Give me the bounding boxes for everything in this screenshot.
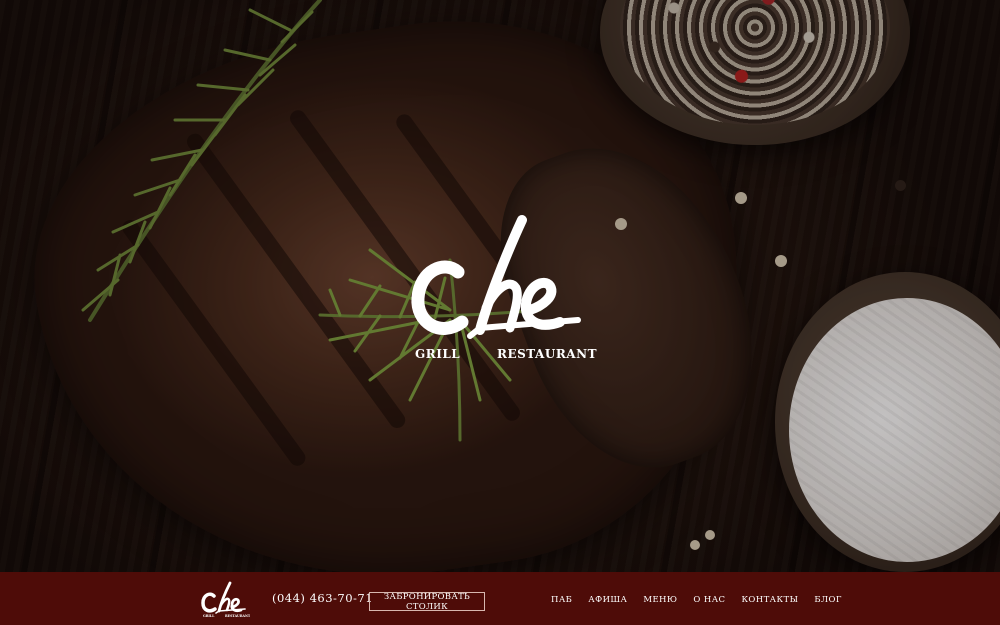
- nav-item-menu[interactable]: МЕНЮ: [643, 595, 677, 609]
- bottom-navbar: GRILL RESTAURANT (044) 463-70-71 ЗАБРОНИ…: [0, 572, 1000, 625]
- logo-restaurant-text: RESTAURANT: [497, 347, 598, 361]
- nav-item-blog[interactable]: БЛОГ: [814, 595, 842, 609]
- nav-item-contacts[interactable]: КОНТАКТЫ: [741, 595, 798, 609]
- logo-grill-text: GRILL: [415, 347, 461, 361]
- restaurant-logo: GRILL RESTAURANT: [410, 210, 600, 370]
- hero-image: GRILL RESTAURANT: [0, 0, 1000, 572]
- svg-text:RESTAURANT: RESTAURANT: [225, 614, 250, 618]
- phone-number[interactable]: (044) 463-70-71: [272, 591, 373, 605]
- nav-item-about[interactable]: О НАС: [693, 595, 725, 609]
- che-logo-icon: [411, 215, 581, 339]
- svg-text:GRILL: GRILL: [203, 614, 215, 618]
- nav-logo[interactable]: GRILL RESTAURANT: [200, 580, 250, 618]
- nav-item-events[interactable]: АФИША: [588, 595, 627, 609]
- main-menu: ПАБ АФИША МЕНЮ О НАС КОНТАКТЫ БЛОГ: [551, 595, 858, 609]
- reserve-table-button[interactable]: ЗАБРОНИРОВАТЬ СТОЛИК: [369, 592, 485, 612]
- nav-item-pub[interactable]: ПАБ: [551, 595, 572, 609]
